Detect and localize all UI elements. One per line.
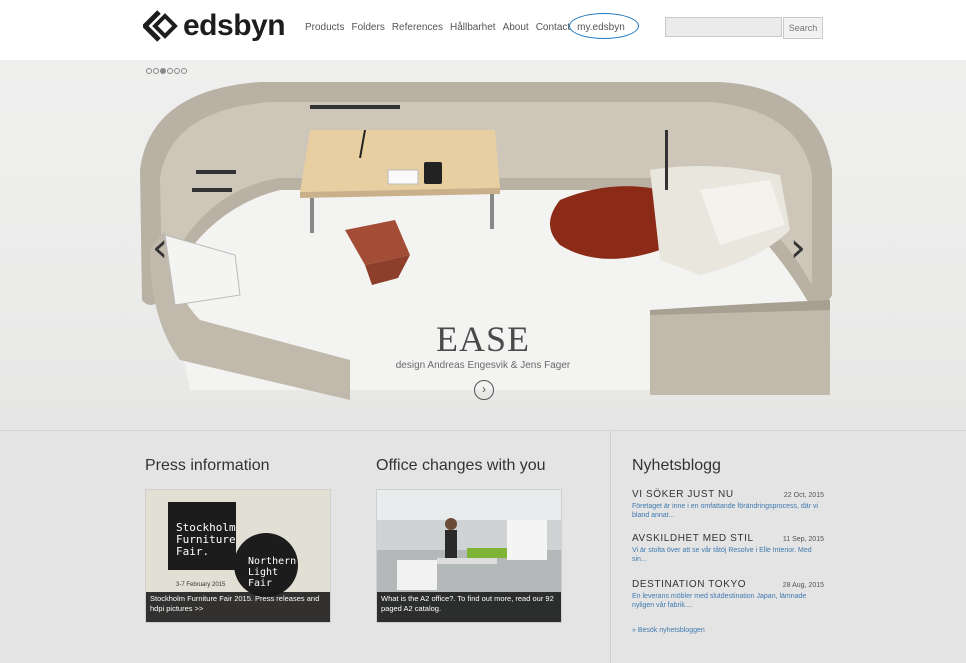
slide-dot[interactable]	[181, 68, 187, 74]
nav-products[interactable]: Products	[305, 22, 344, 33]
nav-references[interactable]: References	[392, 22, 443, 33]
office-card[interactable]: What is the A2 office?. To find out more…	[376, 489, 562, 623]
chevron-left-icon[interactable]: ‹	[152, 228, 168, 268]
nav-contact[interactable]: Contact	[536, 22, 570, 33]
blog-item-excerpt[interactable]: En leverans möbler med slutdestination J…	[632, 592, 824, 610]
blog-more-link[interactable]: » Besök nyhetsbloggen	[632, 627, 705, 634]
hero-image	[140, 82, 832, 400]
nav-my-edsbyn[interactable]: my.edsbyn	[569, 13, 639, 39]
column-divider	[610, 431, 611, 663]
blog-title: Nyhetsblogg	[632, 457, 721, 474]
office-title: Office changes with you	[376, 457, 546, 474]
blog-item-excerpt[interactable]: Företaget är inne i en omfattande föränd…	[632, 502, 824, 520]
blog-item-header: VI SÖKER JUST NU 22 Oct, 2015	[632, 489, 824, 500]
blog-item-date: 22 Oct, 2015	[783, 492, 824, 499]
nav-folders[interactable]: Folders	[351, 22, 384, 33]
blog-item-header: AVSKILDHET MED STIL 11 Sep, 2015	[632, 533, 824, 544]
logo[interactable]: edsbyn	[143, 8, 286, 44]
hero-slider: ‹ › EASE design Andreas Engesvik & Jens …	[0, 60, 966, 430]
site-header: edsbyn Products Folders References Hållb…	[0, 0, 966, 60]
slide-dot[interactable]	[153, 68, 159, 74]
press-image-line: Light	[248, 567, 279, 578]
blog-item-header: DESTINATION TOKYO 28 Aug, 2015	[632, 579, 824, 590]
blog-item-title[interactable]: AVSKILDHET MED STIL	[632, 533, 754, 544]
brand-name: edsbyn	[183, 9, 286, 42]
press-image-line: Fair	[248, 578, 273, 589]
slide-dot[interactable]	[146, 68, 152, 74]
blog-item[interactable]: DESTINATION TOKYO 28 Aug, 2015 En levera…	[632, 579, 824, 610]
circle-arrow-right-icon[interactable]: ›	[474, 380, 494, 400]
main-nav: Products Folders References Hållbarhet A…	[305, 13, 639, 39]
blog-item-date: 28 Aug, 2015	[782, 582, 824, 589]
slide-dot[interactable]	[167, 68, 173, 74]
slide-dot-active[interactable]	[160, 68, 166, 74]
blog-item-title[interactable]: DESTINATION TOKYO	[632, 579, 746, 590]
press-card[interactable]: Stockholm Furniture Fair. Northern Light…	[145, 489, 331, 623]
slide-indicators	[146, 68, 187, 74]
blog-item[interactable]: AVSKILDHET MED STIL 11 Sep, 2015 Vi är s…	[632, 533, 824, 564]
content-section: Press information Stockholm Furniture Fa…	[0, 430, 966, 663]
press-image-date: 3-7 February 2015	[176, 582, 226, 588]
press-image-line: Fair.	[176, 545, 210, 558]
hero-subtitle: design Andreas Engesvik & Jens Fager	[395, 360, 571, 371]
search-button[interactable]: Search	[783, 17, 823, 39]
press-image-text: Stockholm Furniture Fair.	[176, 522, 236, 558]
northern-light-text: Northern Light Fair	[248, 556, 296, 589]
blog-item[interactable]: VI SÖKER JUST NU 22 Oct, 2015 Företaget …	[632, 489, 824, 520]
press-title: Press information	[145, 457, 270, 474]
office-caption[interactable]: What is the A2 office?. To find out more…	[377, 592, 561, 622]
nav-about[interactable]: About	[503, 22, 529, 33]
chevron-right-icon[interactable]: ›	[790, 228, 806, 268]
nav-hallbarhet[interactable]: Hållbarhet	[450, 22, 496, 33]
search-input[interactable]	[665, 17, 782, 37]
blog-item-excerpt[interactable]: Vi är stolta över att se vår tåtöj Resol…	[632, 546, 824, 564]
edsbyn-logo-icon	[143, 10, 178, 42]
slide-dot[interactable]	[174, 68, 180, 74]
press-image-line: Northern	[248, 556, 297, 567]
press-caption[interactable]: Stockholm Furniture Fair 2015. Press rel…	[146, 592, 330, 622]
blog-item-title[interactable]: VI SÖKER JUST NU	[632, 489, 734, 500]
blog-item-date: 11 Sep, 2015	[782, 536, 824, 543]
hero-title: EASE	[436, 319, 530, 359]
